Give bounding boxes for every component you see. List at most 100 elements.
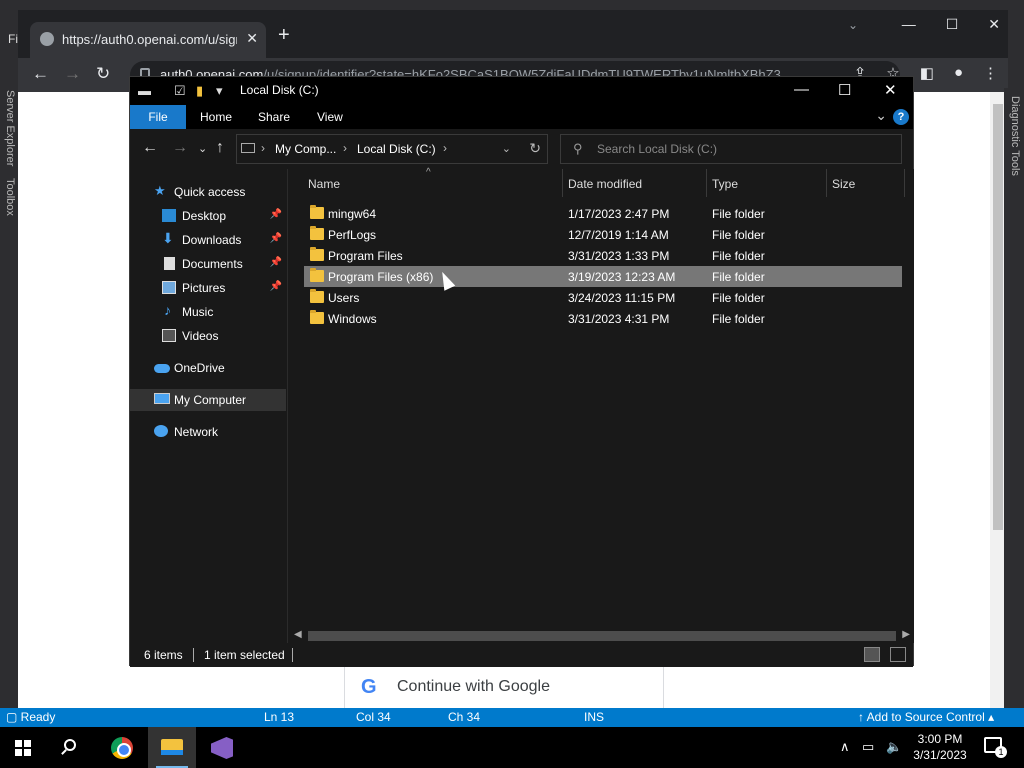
scroll-left-icon[interactable]: ◀ bbox=[294, 629, 302, 640]
action-center-icon[interactable]: 1 bbox=[984, 737, 1007, 758]
pin-icon[interactable]: 📌 bbox=[270, 233, 282, 244]
new-tab-button[interactable]: + bbox=[278, 24, 290, 47]
scroll-right-icon[interactable]: ▶ bbox=[902, 629, 910, 640]
details-view-icon[interactable] bbox=[864, 647, 880, 662]
table-row[interactable]: Users 3/24/2023 11:15 PM File folder bbox=[304, 287, 902, 308]
forward-icon[interactable]: → bbox=[172, 139, 188, 157]
breadcrumb-local-disk[interactable]: Local Disk (C:) bbox=[357, 142, 436, 156]
new-folder-icon[interactable]: ▮ bbox=[196, 83, 203, 99]
sidebar-item-downloads[interactable]: ⬇ Downloads 📌 bbox=[130, 229, 286, 251]
back-icon[interactable]: ← bbox=[32, 64, 49, 84]
search-box[interactable]: ⚲ bbox=[560, 134, 902, 164]
column-header-name[interactable]: Name bbox=[308, 177, 340, 191]
close-icon[interactable]: ✕ bbox=[988, 16, 1000, 33]
up-icon[interactable]: ↑ bbox=[216, 139, 224, 157]
sidebar-item-music[interactable]: ♪ Music bbox=[130, 301, 286, 323]
taskbar-search-button[interactable] bbox=[48, 727, 96, 768]
column-number: Col 34 bbox=[356, 710, 391, 724]
chevron-right-icon[interactable]: › bbox=[261, 141, 265, 155]
profile-icon[interactable]: ● bbox=[954, 64, 963, 82]
folder-icon bbox=[310, 247, 324, 261]
sidepanel-icon[interactable]: ◧ bbox=[920, 64, 934, 82]
refresh-icon[interactable]: ↻ bbox=[529, 140, 541, 157]
sidebar-item-pictures[interactable]: Pictures 📌 bbox=[130, 277, 286, 299]
vs-menu-file[interactable]: Fi bbox=[8, 32, 18, 46]
horizontal-scrollbar[interactable]: ◀ ▶ bbox=[290, 629, 914, 643]
sidebar-item-videos[interactable]: Videos bbox=[130, 325, 286, 347]
chrome-tab[interactable]: https://auth0.openai.com/u/signup ✕ bbox=[30, 22, 266, 58]
help-icon[interactable]: ? bbox=[893, 109, 909, 125]
start-button[interactable] bbox=[0, 727, 48, 768]
maximize-icon[interactable]: ☐ bbox=[838, 81, 851, 99]
maximize-icon[interactable]: ☐ bbox=[946, 16, 959, 33]
minimize-icon[interactable]: — bbox=[902, 16, 916, 33]
taskbar-chrome[interactable] bbox=[98, 727, 146, 768]
reload-icon[interactable]: ↻ bbox=[96, 64, 110, 84]
server-explorer-tab[interactable]: Server Explorer bbox=[4, 90, 16, 166]
insert-mode: INS bbox=[584, 710, 605, 724]
tab-home[interactable]: Home bbox=[200, 110, 232, 124]
sidebar-item-my-computer[interactable]: My Computer bbox=[130, 389, 286, 411]
tab-file[interactable]: File bbox=[130, 105, 186, 129]
globe-icon bbox=[40, 32, 54, 46]
sidebar-item-documents[interactable]: Documents 📌 bbox=[130, 253, 286, 275]
recent-locations-icon[interactable]: ⌄ bbox=[198, 142, 207, 155]
address-bar[interactable]: › My Comp... › Local Disk (C:) › ⌄ ↻ bbox=[236, 134, 548, 164]
toolbox-tab[interactable]: Toolbox bbox=[4, 178, 16, 216]
column-divider[interactable] bbox=[562, 169, 563, 197]
sidebar-item-desktop[interactable]: Desktop 📌 bbox=[130, 205, 286, 227]
volume-icon[interactable]: 🔈 bbox=[886, 739, 902, 755]
table-row[interactable]: mingw64 1/17/2023 2:47 PM File folder bbox=[304, 203, 902, 224]
column-divider[interactable] bbox=[706, 169, 707, 197]
chevron-right-icon[interactable]: › bbox=[343, 141, 347, 155]
sidebar-item-network[interactable]: Network bbox=[130, 421, 286, 443]
file-name: Program Files bbox=[328, 249, 403, 263]
column-header-date[interactable]: Date modified bbox=[568, 177, 642, 191]
large-icons-view-icon[interactable] bbox=[890, 647, 906, 662]
close-icon[interactable]: ✕ bbox=[884, 81, 897, 99]
page-scrollbar-thumb[interactable] bbox=[993, 104, 1003, 530]
pin-icon[interactable]: 📌 bbox=[270, 209, 282, 220]
table-row[interactable]: Program Files 3/31/2023 1:33 PM File fol… bbox=[304, 245, 902, 266]
search-input[interactable] bbox=[597, 140, 887, 158]
pin-icon[interactable]: 📌 bbox=[270, 257, 282, 268]
star-icon: ★ bbox=[154, 183, 166, 198]
pin-icon[interactable]: 📌 bbox=[270, 281, 282, 292]
chevron-right-icon[interactable]: › bbox=[443, 141, 447, 155]
network-icon bbox=[154, 425, 168, 437]
minimize-icon[interactable]: — bbox=[794, 81, 809, 98]
table-row-selected[interactable]: Program Files (x86) 3/19/2023 12:23 AM F… bbox=[304, 266, 902, 287]
table-row[interactable]: Windows 3/31/2023 4:31 PM File folder bbox=[304, 308, 902, 329]
expand-ribbon-icon[interactable]: ⌄ bbox=[875, 107, 887, 124]
network-tray-icon[interactable]: ▭ bbox=[862, 739, 874, 755]
horizontal-scrollbar-thumb[interactable] bbox=[308, 631, 896, 641]
sidebar-item-label: Music bbox=[182, 305, 214, 319]
tab-view[interactable]: View bbox=[317, 110, 343, 124]
column-divider[interactable] bbox=[904, 169, 905, 197]
taskbar-visual-studio[interactable] bbox=[198, 727, 246, 768]
column-divider[interactable] bbox=[826, 169, 827, 197]
properties-icon[interactable]: ☑ bbox=[174, 83, 186, 99]
breadcrumb-my-computer[interactable]: My Comp... bbox=[275, 142, 336, 156]
tab-search-icon[interactable]: ⌄ bbox=[848, 18, 858, 32]
menu-kebab-icon[interactable]: ⋮ bbox=[983, 64, 998, 82]
continue-with-google-button[interactable]: G Continue with Google bbox=[344, 665, 664, 709]
column-header-type[interactable]: Type bbox=[712, 177, 738, 191]
sidebar-item-onedrive[interactable]: OneDrive bbox=[130, 357, 286, 379]
diagnostic-tools-tab[interactable]: Diagnostic Tools bbox=[1009, 96, 1021, 176]
sidebar-item-quick-access[interactable]: ★ Quick access bbox=[130, 181, 286, 203]
taskbar-file-explorer[interactable] bbox=[148, 727, 196, 768]
file-type: File folder bbox=[712, 207, 765, 221]
column-header-size[interactable]: Size bbox=[832, 177, 855, 191]
address-dropdown-icon[interactable]: ⌄ bbox=[502, 142, 511, 155]
table-row[interactable]: PerfLogs 12/7/2019 1:14 AM File folder bbox=[304, 224, 902, 245]
close-tab-icon[interactable]: ✕ bbox=[246, 30, 258, 47]
customize-quick-access-icon[interactable]: ▾ bbox=[216, 83, 223, 99]
add-to-source-control-button[interactable]: ↑ Add to Source Control ▴ bbox=[858, 710, 994, 724]
show-hidden-icons-icon[interactable]: ∧ bbox=[840, 739, 850, 755]
clock[interactable]: 3:00 PM 3/31/2023 bbox=[912, 731, 968, 763]
explorer-app-icon[interactable]: ▬ bbox=[138, 83, 151, 98]
back-icon[interactable]: ← bbox=[142, 139, 158, 157]
tab-share[interactable]: Share bbox=[258, 110, 290, 124]
forward-icon[interactable]: → bbox=[64, 64, 81, 84]
